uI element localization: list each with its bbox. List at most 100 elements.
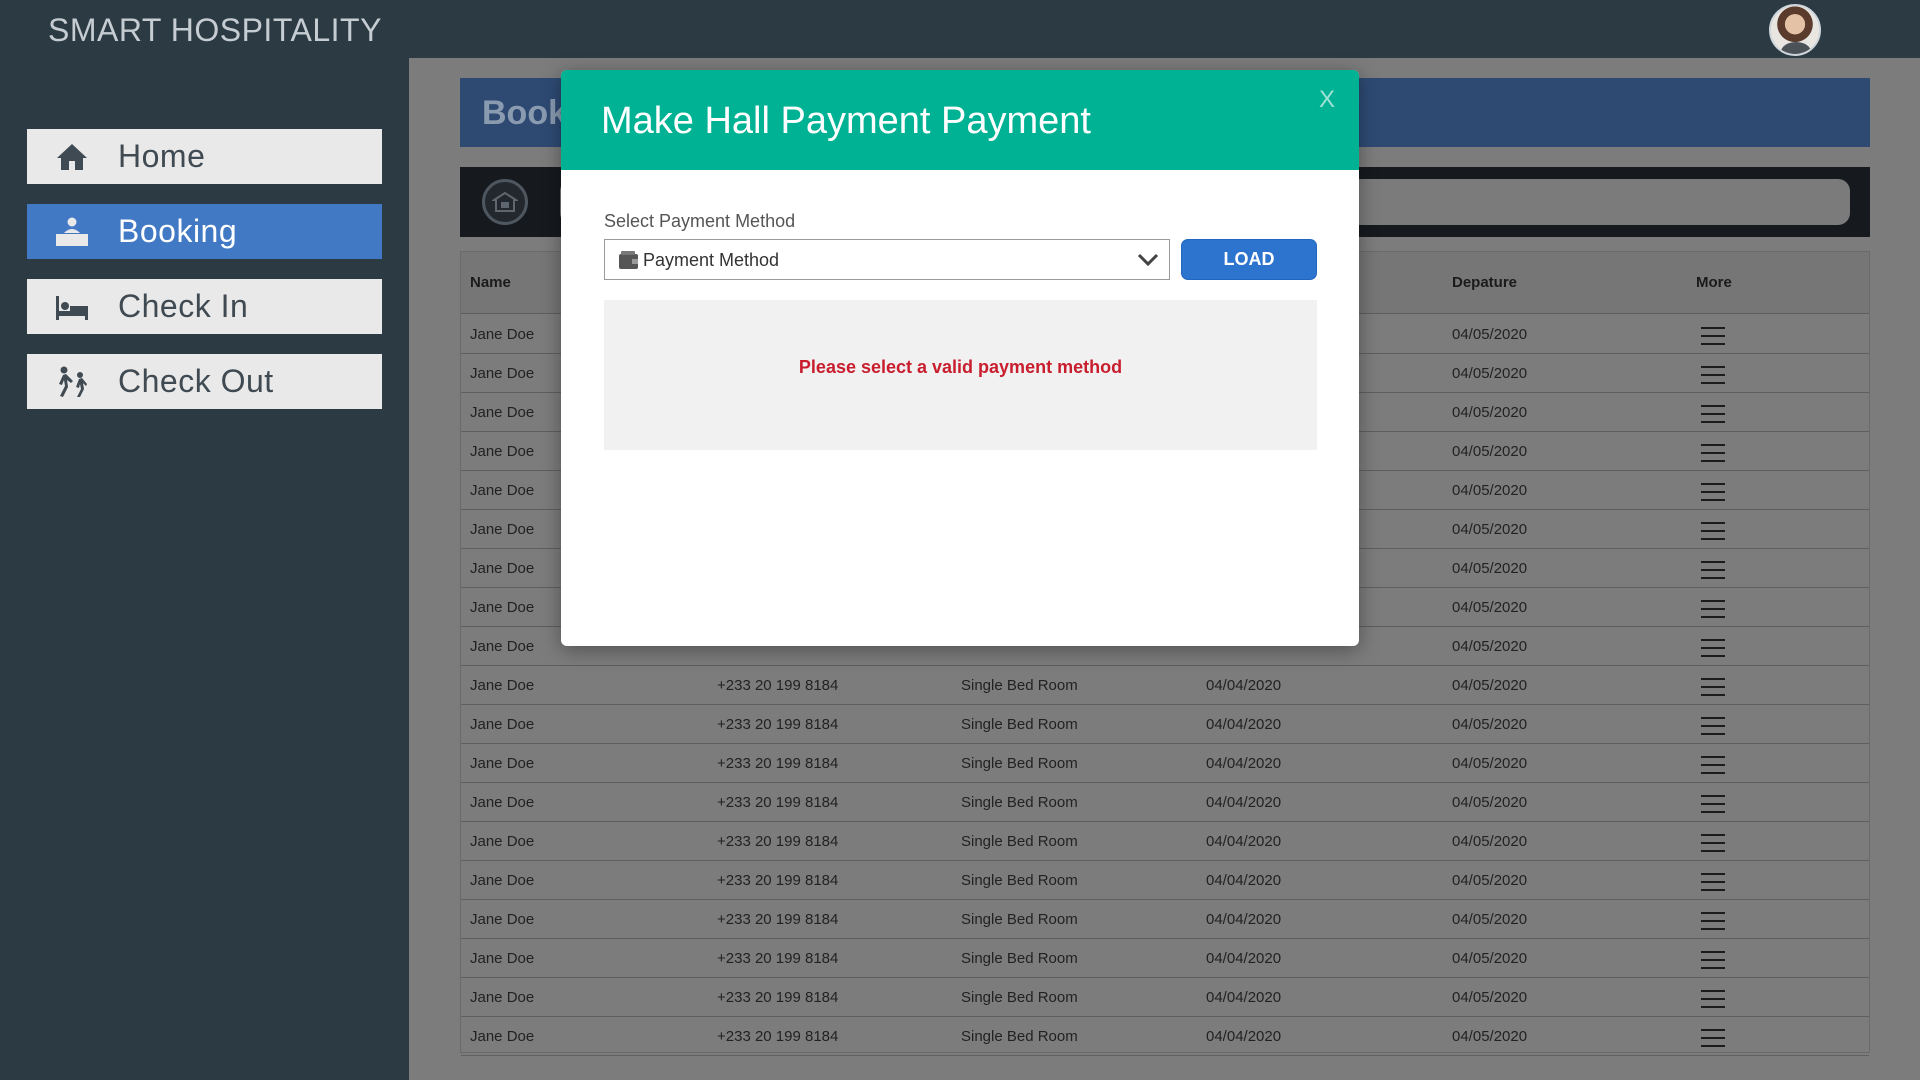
user-avatar[interactable]	[1769, 4, 1821, 56]
sidebar-item-label: Home	[118, 138, 206, 174]
table-cell: +233 20 199 8184	[717, 833, 839, 850]
table-cell: 04/05/2020	[1452, 833, 1528, 850]
table-cell: Jane Doe	[470, 911, 535, 928]
table-cell: 04/04/2020	[1206, 989, 1282, 1006]
table-row[interactable]: Jane Doe +233 20 199 8184 Single Bed Room 0…	[461, 861, 1869, 900]
table-row[interactable]: Jane Doe +233 20 199 8184 Single Bed Room 0…	[461, 822, 1869, 861]
hamburger-menu-icon[interactable]	[1701, 639, 1725, 657]
payment-method-select[interactable]: Payment Method	[604, 239, 1170, 280]
table-cell: 04/05/2020	[1452, 794, 1528, 811]
error-message: Please select a valid payment method	[798, 357, 1123, 377]
hamburger-menu-icon[interactable]	[1701, 444, 1725, 462]
sidebar-item-home[interactable]: Home	[27, 129, 382, 184]
hamburger-menu-icon[interactable]	[1701, 873, 1725, 891]
table-cell: 04/05/2020	[1452, 560, 1528, 577]
payment-modal: Make Hall Payment Payment X Select Payme…	[561, 70, 1359, 646]
hamburger-menu-icon[interactable]	[1701, 600, 1725, 618]
hamburger-menu-icon[interactable]	[1701, 717, 1725, 735]
booking-desk-icon	[52, 214, 92, 250]
table-cell: 04/05/2020	[1452, 365, 1528, 382]
table-cell: Single Bed Room	[961, 794, 1078, 811]
table-cell: Single Bed Room	[961, 716, 1078, 733]
table-cell: 04/05/2020	[1452, 521, 1528, 538]
table-cell: +233 20 199 8184	[717, 872, 839, 889]
hamburger-menu-icon[interactable]	[1701, 522, 1725, 540]
message-panel: Please select a valid payment method	[604, 300, 1317, 450]
table-cell: Jane Doe	[470, 794, 535, 811]
hamburger-menu-icon[interactable]	[1701, 912, 1725, 930]
table-cell: Jane Doe	[470, 365, 535, 382]
hamburger-menu-icon[interactable]	[1701, 1029, 1725, 1047]
hamburger-menu-icon[interactable]	[1701, 795, 1725, 813]
table-row[interactable]: Jane Doe +233 20 199 8184 Single Bed Room 0…	[461, 1017, 1869, 1056]
hamburger-menu-icon[interactable]	[1701, 951, 1725, 969]
sidebar-item-label: Check Out	[118, 363, 274, 399]
table-cell: +233 20 199 8184	[717, 989, 839, 1006]
table-cell: 04/05/2020	[1452, 989, 1528, 1006]
table-cell: Single Bed Room	[961, 1028, 1078, 1045]
table-cell: 04/05/2020	[1452, 911, 1528, 928]
hamburger-menu-icon[interactable]	[1701, 678, 1725, 696]
hamburger-menu-icon[interactable]	[1701, 756, 1725, 774]
table-row[interactable]: Jane Doe +233 20 199 8184 Single Bed Room 0…	[461, 666, 1869, 705]
hamburger-menu-icon[interactable]	[1701, 405, 1725, 423]
top-bar: SMART HOSPITALITY	[0, 0, 1920, 58]
table-cell: +233 20 199 8184	[717, 911, 839, 928]
table-row[interactable]: Jane Doe +233 20 199 8184 Single Bed Room 0…	[461, 705, 1869, 744]
table-cell: 04/05/2020	[1452, 599, 1528, 616]
hamburger-menu-icon[interactable]	[1701, 366, 1725, 384]
table-cell: Single Bed Room	[961, 833, 1078, 850]
table-cell: 04/05/2020	[1452, 872, 1528, 889]
table-cell: Jane Doe	[470, 716, 535, 733]
table-row[interactable]: Jane Doe +233 20 199 8184 Single Bed Room 0…	[461, 939, 1869, 978]
table-cell: +233 20 199 8184	[717, 950, 839, 967]
column-header-name: Name	[470, 274, 511, 291]
table-cell: 04/04/2020	[1206, 950, 1282, 967]
table-cell: Single Bed Room	[961, 755, 1078, 772]
table-cell: 04/05/2020	[1452, 326, 1528, 343]
bed-icon	[52, 289, 92, 325]
table-cell: +233 20 199 8184	[717, 677, 839, 694]
table-cell: Jane Doe	[470, 521, 535, 538]
table-row[interactable]: Jane Doe +233 20 199 8184 Single Bed Room 0…	[461, 783, 1869, 822]
table-cell: 04/05/2020	[1452, 443, 1528, 460]
hamburger-menu-icon[interactable]	[1701, 561, 1725, 579]
hamburger-menu-icon[interactable]	[1701, 327, 1725, 345]
load-button[interactable]: LOAD	[1181, 239, 1317, 280]
table-row[interactable]: Jane Doe +233 20 199 8184 Single Bed Room 0…	[461, 978, 1869, 1017]
table-cell: 04/05/2020	[1452, 755, 1528, 772]
column-header-more: More	[1696, 274, 1732, 291]
sidebar-item-check-out[interactable]: Check Out	[27, 354, 382, 409]
modal-header: Make Hall Payment Payment X	[561, 70, 1359, 170]
close-button[interactable]: X	[1319, 86, 1335, 114]
hamburger-menu-icon[interactable]	[1701, 834, 1725, 852]
sidebar-item-check-in[interactable]: Check In	[27, 279, 382, 334]
walking-people-icon	[52, 364, 92, 400]
table-cell: Jane Doe	[470, 443, 535, 460]
table-cell: 04/04/2020	[1206, 1028, 1282, 1045]
table-cell: 04/05/2020	[1452, 404, 1528, 421]
table-cell: Jane Doe	[470, 1028, 535, 1045]
table-cell: Single Bed Room	[961, 950, 1078, 967]
table-cell: 04/05/2020	[1452, 638, 1528, 655]
table-cell: Jane Doe	[470, 989, 535, 1006]
table-row[interactable]: Jane Doe +233 20 199 8184 Single Bed Room 0…	[461, 900, 1869, 939]
wallet-icon	[619, 251, 638, 269]
table-cell: 04/04/2020	[1206, 794, 1282, 811]
table-cell: Jane Doe	[470, 872, 535, 889]
table-cell: Single Bed Room	[961, 872, 1078, 889]
table-cell: Jane Doe	[470, 755, 535, 772]
table-cell: 04/05/2020	[1452, 716, 1528, 733]
table-cell: 04/04/2020	[1206, 833, 1282, 850]
table-row[interactable]: Jane Doe +233 20 199 8184 Single Bed Room 0…	[461, 744, 1869, 783]
table-cell: Jane Doe	[470, 560, 535, 577]
sidebar-item-booking[interactable]: Booking	[27, 204, 382, 259]
hamburger-menu-icon[interactable]	[1701, 483, 1725, 501]
table-cell: 04/04/2020	[1206, 755, 1282, 772]
table-cell: 04/04/2020	[1206, 911, 1282, 928]
hamburger-menu-icon[interactable]	[1701, 990, 1725, 1008]
table-cell: +233 20 199 8184	[717, 1028, 839, 1045]
sidebar: Home Booking Check In Check Out	[0, 58, 409, 1080]
table-cell: Single Bed Room	[961, 911, 1078, 928]
table-cell: +233 20 199 8184	[717, 716, 839, 733]
